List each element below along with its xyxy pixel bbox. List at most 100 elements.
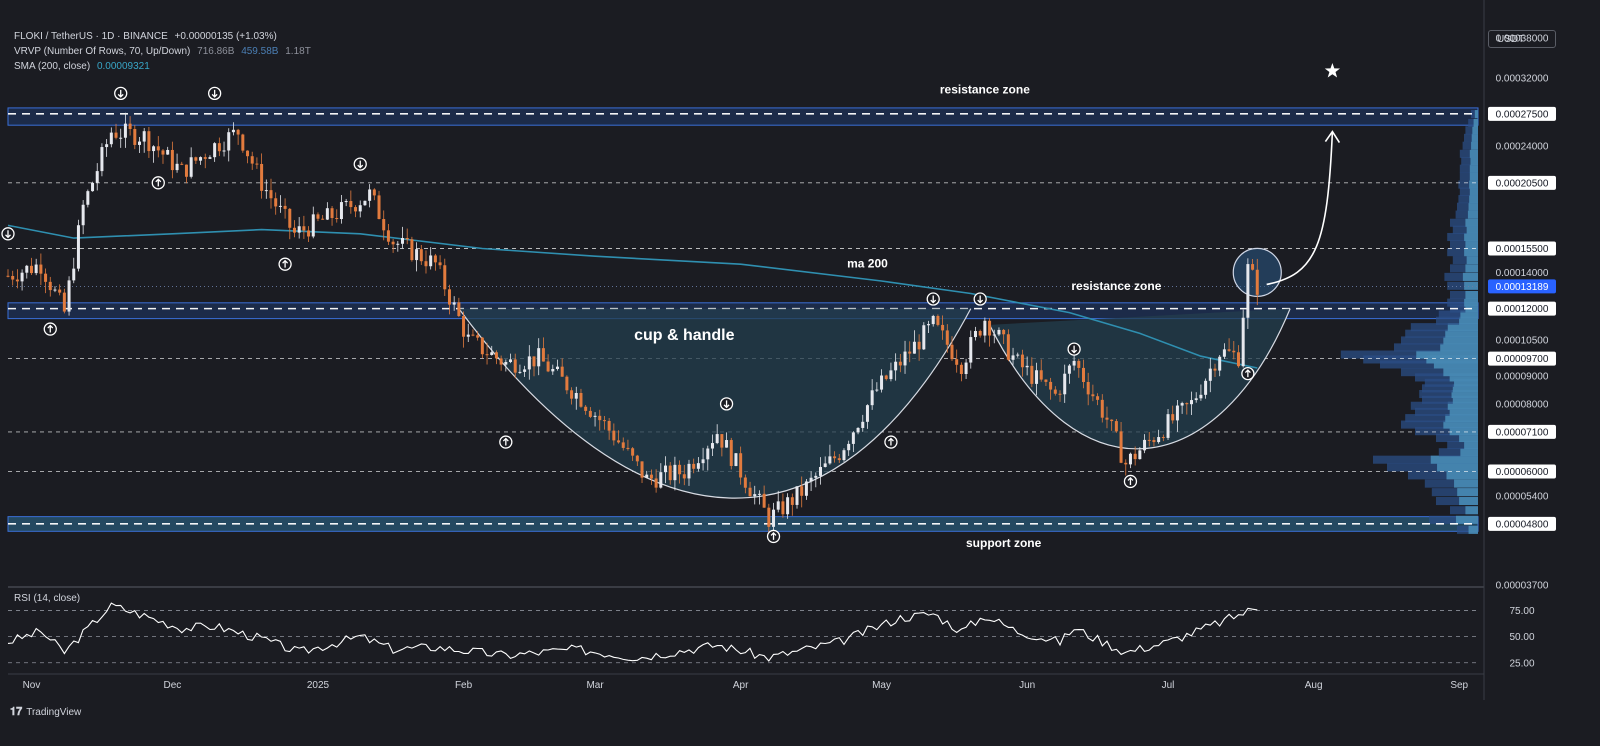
candle-body [1110,419,1114,422]
candle-body [339,202,343,220]
arrow-up-marker-icon [151,176,165,190]
time-axis-label: Aug [1305,680,1323,691]
candle-body [227,132,231,151]
candle-body [988,320,992,336]
candle-body [767,507,771,527]
candle-body [189,157,193,177]
level-price-label: 0.00020500 [1496,178,1549,189]
candle-body [48,281,52,291]
candle-body [53,289,57,291]
candle-body [208,157,212,159]
vp-bar-up [1464,440,1478,450]
vrvp-value-2: 459.58B [241,46,279,57]
candle-body [1255,269,1259,295]
candle-body [1241,317,1245,367]
candle-body [720,434,724,448]
candle-body [152,146,156,152]
tradingview-brand[interactable]: 𝟏𝟕 TradingView [10,706,81,719]
candle-body [1124,462,1128,465]
time-axis-label: 2025 [307,680,330,691]
candle-body [316,214,320,219]
candle-body [842,450,846,461]
candle-body [1213,368,1217,371]
support-zone-label: support zone [966,536,1042,550]
vp-bar-up [1469,180,1478,189]
candle-body [725,440,729,448]
candle-body [147,131,151,152]
candle-body [405,238,409,240]
candle-body [1199,394,1203,399]
candle-body [494,352,498,359]
candle-body [837,458,841,461]
candle-body [931,315,935,325]
candle-body [739,453,743,478]
candle-body [1208,368,1212,381]
candle-body [870,390,874,406]
candle-body [250,156,254,164]
candle-body [734,453,738,466]
candle-body [955,359,959,365]
candle-body [1166,414,1170,438]
candle-body [476,335,480,338]
candle-body [114,132,118,138]
candle-body [809,477,813,482]
vp-bar-up [1471,133,1478,142]
candle-body [1204,380,1208,395]
arrow-down-marker-icon [1067,342,1081,356]
candle-body [912,341,916,354]
candle-body [358,205,362,212]
legend-sma-row: SMA (200, close) 0.00009321 [14,59,311,74]
candle-body [626,447,630,449]
rsi-tick-label: 75.00 [1509,606,1534,617]
candle-body [354,207,358,212]
arrow-up-marker-icon [43,322,57,336]
price-tick-label: 0.00003700 [1496,581,1549,592]
candle-body [462,315,466,337]
candle-body [231,129,235,133]
candle-body [133,128,137,145]
chart-legend: FLOKI / TetherUS · 1D · BINANCE +0.00000… [14,29,311,74]
candle-body [861,421,865,428]
vp-bar-up [1465,264,1478,273]
candle-body [72,268,76,281]
symbol-line: FLOKI / TetherUS · 1D · BINANCE [14,31,168,42]
candle-body [81,204,85,226]
arrow-down-marker-icon [973,292,987,306]
time-axis-label: Sep [1450,680,1468,691]
level-price-label: 0.00006000 [1496,467,1549,478]
candle-body [217,143,221,152]
candle-body [509,359,513,363]
vp-bar-up [1459,496,1478,506]
candle-body [1222,349,1226,357]
candle-body [701,459,705,464]
candle-body [34,264,38,274]
candle-body [39,264,43,274]
arrow-up-marker-icon [278,257,292,271]
candle-body [1227,349,1231,351]
candle-body [109,132,113,145]
candle-body [753,494,757,497]
candle-body [847,443,851,451]
candle-body [396,243,400,245]
vp-bar-up [1474,110,1478,119]
vp-bar-up [1465,218,1478,227]
currency-selector[interactable]: USDT [1488,30,1556,48]
candle-body [368,189,372,201]
candle-body [142,131,146,142]
candle-body [678,464,682,475]
time-axis-label: Mar [586,680,604,691]
candle-body [786,497,790,515]
candle-body [349,201,353,208]
candle-body [199,157,203,161]
price-chart[interactable]: resistance zone resistance zone support zo… [0,0,1600,741]
arrow-up-marker-icon [1123,474,1138,489]
candle-body [264,190,268,192]
legend-vrvp-row: VRVP (Number Of Rows, 70, Up/Down) 716.8… [14,44,311,59]
sma-label: SMA (200, close) [14,61,91,72]
arrow-up-marker-icon [766,529,781,544]
vp-bar-up [1464,248,1478,257]
vp-bar-up [1446,471,1478,480]
candle-body [471,334,475,336]
candle-body [936,315,940,325]
candle-body [1100,399,1104,418]
